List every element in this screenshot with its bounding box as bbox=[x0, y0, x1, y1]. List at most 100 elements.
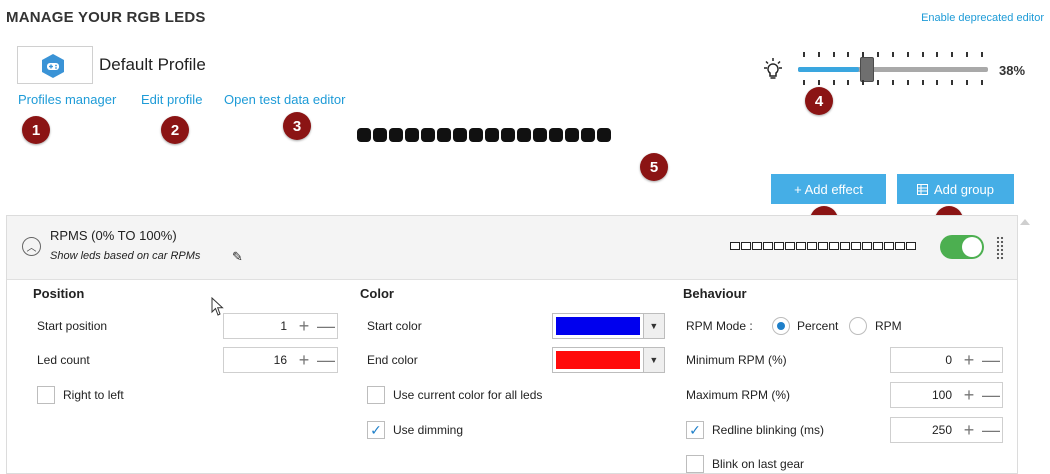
effect-enabled-toggle[interactable] bbox=[940, 235, 984, 259]
drag-handle-icon[interactable] bbox=[996, 236, 1004, 260]
blink-on-last-gear-label: Blink on last gear bbox=[712, 457, 805, 471]
slider-tick bbox=[847, 52, 850, 57]
start-color-swatch bbox=[556, 317, 640, 335]
minus-icon[interactable]: — bbox=[980, 386, 1002, 404]
slider-tick bbox=[817, 52, 820, 57]
page-title: MANAGE YOUR RGB LEDS bbox=[6, 9, 206, 26]
led-dot bbox=[469, 128, 483, 142]
add-group-button[interactable]: Add group bbox=[897, 174, 1014, 204]
led-dot bbox=[389, 128, 403, 142]
led-dot bbox=[485, 128, 499, 142]
lightbulb-icon bbox=[764, 58, 782, 79]
mini-led bbox=[741, 242, 751, 250]
mini-led bbox=[906, 242, 916, 250]
minimum-rpm-stepper[interactable]: 0 + — bbox=[890, 347, 1003, 373]
redline-blinking-checkbox[interactable]: ✓ bbox=[686, 421, 704, 439]
minus-icon[interactable]: — bbox=[315, 317, 337, 335]
chevron-down-icon[interactable]: ▼ bbox=[642, 348, 664, 372]
edit-profile-link[interactable]: Edit profile bbox=[141, 92, 202, 107]
checkmark-icon: ✓ bbox=[370, 421, 382, 438]
mini-led bbox=[851, 242, 861, 250]
redline-blinking-stepper[interactable]: 250 + — bbox=[890, 417, 1003, 443]
collapse-button[interactable]: ︿ bbox=[22, 237, 41, 256]
minimum-rpm-label: Minimum RPM (%) bbox=[686, 353, 787, 367]
effect-panel: ︿ RPMS (0% TO 100%) Show leds based on c… bbox=[6, 215, 1018, 474]
profile-icon-button[interactable] bbox=[17, 46, 93, 84]
slider-tick bbox=[906, 52, 909, 57]
mouse-cursor-icon bbox=[211, 297, 224, 316]
start-position-stepper[interactable]: 1 + — bbox=[223, 313, 338, 339]
effect-led-preview bbox=[730, 242, 916, 250]
slider-tick bbox=[862, 80, 865, 85]
mini-led bbox=[752, 242, 762, 250]
led-dot bbox=[373, 128, 387, 142]
start-position-label: Start position bbox=[37, 319, 108, 333]
rpm-mode-rpm-radio[interactable] bbox=[849, 317, 867, 335]
plus-icon[interactable]: + bbox=[958, 421, 980, 439]
mini-led bbox=[796, 242, 806, 250]
blink-on-last-gear-checkbox[interactable] bbox=[686, 455, 704, 473]
slider-tick bbox=[877, 80, 880, 85]
scroll-up-arrow[interactable] bbox=[1020, 219, 1030, 225]
slider-tick bbox=[951, 52, 954, 57]
plus-icon[interactable]: + bbox=[958, 351, 980, 369]
maximum-rpm-stepper[interactable]: 100 + — bbox=[890, 382, 1003, 408]
slider-tick bbox=[936, 80, 939, 85]
open-test-data-editor-link[interactable]: Open test data editor bbox=[224, 92, 345, 107]
effect-name: RPMS (0% TO 100%) bbox=[50, 228, 177, 243]
led-dot bbox=[405, 128, 419, 142]
mini-led bbox=[730, 242, 740, 250]
behaviour-title: Behaviour bbox=[683, 286, 747, 301]
use-dimming-checkbox[interactable]: ✓ bbox=[367, 421, 385, 439]
brightness-slider-thumb[interactable] bbox=[860, 57, 874, 82]
rpm-mode-percent-radio[interactable] bbox=[772, 317, 790, 335]
plus-icon[interactable]: + bbox=[293, 317, 315, 335]
end-color-label: End color bbox=[367, 353, 418, 367]
mini-led bbox=[895, 242, 905, 250]
led-dot bbox=[597, 128, 611, 142]
led-dot bbox=[533, 128, 547, 142]
checkmark-icon: ✓ bbox=[689, 421, 701, 438]
add-effect-button[interactable]: + Add effect bbox=[771, 174, 886, 204]
slider-tick bbox=[832, 80, 835, 85]
slider-tick bbox=[891, 52, 894, 57]
position-title: Position bbox=[33, 286, 85, 301]
effect-header: ︿ RPMS (0% TO 100%) Show leds based on c… bbox=[7, 216, 1017, 280]
led-preview bbox=[357, 128, 611, 142]
brightness-slider-fill bbox=[798, 67, 859, 72]
led-dot bbox=[517, 128, 531, 142]
rpm-mode-rpm-label: RPM bbox=[875, 319, 902, 333]
plus-icon[interactable]: + bbox=[293, 351, 315, 369]
mini-led bbox=[818, 242, 828, 250]
profiles-manager-link[interactable]: Profiles manager bbox=[18, 92, 116, 107]
use-current-color-checkbox[interactable] bbox=[367, 386, 385, 404]
slider-tick bbox=[966, 52, 969, 57]
led-dot bbox=[453, 128, 467, 142]
brightness-percent: 38% bbox=[999, 63, 1026, 78]
mini-led bbox=[807, 242, 817, 250]
led-dot bbox=[437, 128, 451, 142]
minus-icon[interactable]: — bbox=[980, 421, 1002, 439]
slider-tick bbox=[966, 80, 969, 85]
badge-3: 3 bbox=[283, 112, 311, 140]
led-dot bbox=[565, 128, 579, 142]
slider-tick bbox=[980, 80, 983, 85]
minus-icon[interactable]: — bbox=[315, 351, 337, 369]
led-count-stepper[interactable]: 16 + — bbox=[223, 347, 338, 373]
plus-icon[interactable]: + bbox=[958, 386, 980, 404]
end-color-swatch bbox=[556, 351, 640, 369]
brightness-slider[interactable] bbox=[798, 67, 988, 72]
slider-tick bbox=[921, 52, 924, 57]
chevron-down-icon[interactable]: ▼ bbox=[642, 314, 664, 338]
slider-tick bbox=[936, 52, 939, 57]
end-color-picker[interactable]: ▼ bbox=[552, 347, 665, 373]
badge-2: 2 bbox=[161, 116, 189, 144]
minus-icon[interactable]: — bbox=[980, 351, 1002, 369]
badge-4: 4 bbox=[805, 87, 833, 115]
mini-led bbox=[774, 242, 784, 250]
enable-deprecated-editor-link[interactable]: Enable deprecated editor bbox=[921, 12, 1044, 24]
pencil-icon[interactable]: ✎ bbox=[232, 249, 243, 265]
right-to-left-checkbox[interactable] bbox=[37, 386, 55, 404]
start-color-picker[interactable]: ▼ bbox=[552, 313, 665, 339]
slider-tick bbox=[803, 80, 805, 85]
